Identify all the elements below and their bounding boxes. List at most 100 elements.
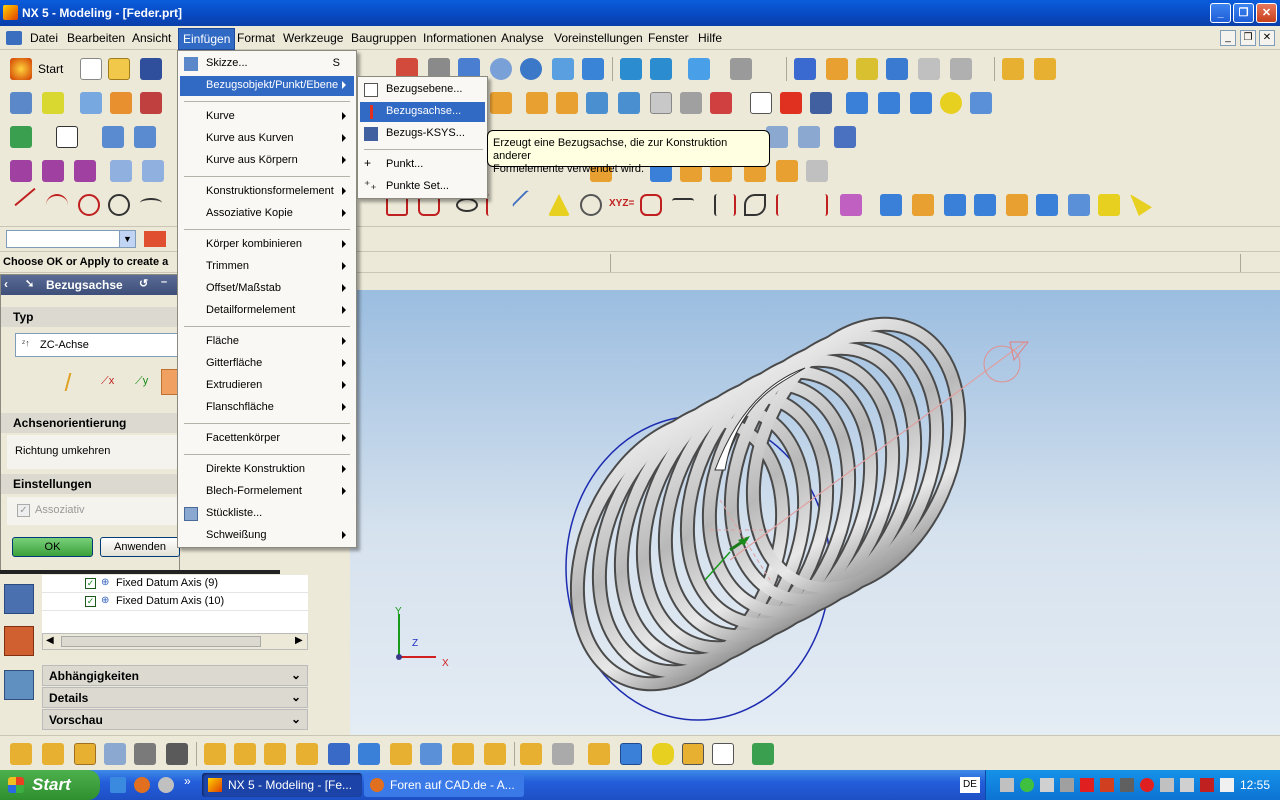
swept-surface-icon[interactable]	[142, 160, 164, 182]
menu-analyse[interactable]: Analyse	[501, 31, 544, 45]
thicken-icon[interactable]	[798, 126, 820, 148]
system-visualization-icon[interactable]	[4, 670, 34, 700]
graphics-viewport[interactable]: Y Z X	[350, 290, 1280, 735]
tray-sound-icon[interactable]	[1160, 778, 1174, 792]
submenu-item-punkt[interactable]: + Punkt...	[360, 155, 485, 175]
tray-x-icon[interactable]	[1080, 778, 1094, 792]
tray-green-icon[interactable]	[1020, 778, 1034, 792]
type-dropdown[interactable]: ᶻ↑ ZC-Achse	[15, 333, 181, 357]
menu-fenster[interactable]: Fenster	[648, 31, 689, 45]
tray-network-icon[interactable]	[1000, 778, 1014, 792]
mdi-restore-button[interactable]: ❐	[1240, 30, 1256, 46]
menu-einfuegen[interactable]: Einfügen	[178, 28, 236, 50]
reposition-icon[interactable]	[134, 743, 156, 765]
quicklaunch-desktop-icon[interactable]	[110, 777, 126, 793]
horizontal-scrollbar[interactable]: ◀ ▶	[42, 633, 308, 650]
quicklaunch-firefox-icon[interactable]	[134, 777, 150, 793]
view-icon[interactable]	[620, 743, 642, 765]
inferred-axis-icon[interactable]	[64, 373, 86, 391]
mate-icon[interactable]	[104, 743, 126, 765]
circle-icon[interactable]	[108, 194, 130, 216]
menu-item-direkte-konstruktion[interactable]: Direkte Konstruktion	[180, 460, 354, 480]
render-style-icon[interactable]	[688, 58, 710, 80]
menu-baugruppen[interactable]: Baugruppen	[351, 31, 416, 45]
roles-icon[interactable]	[4, 626, 34, 656]
menu-item-assoziative-kopie[interactable]: Assoziative Kopie	[180, 204, 354, 224]
mdi-close-button[interactable]: ✕	[1259, 30, 1275, 46]
section-preview[interactable]: Vorschau ⌄	[42, 709, 308, 730]
curve-length-icon[interactable]	[1068, 194, 1090, 216]
check-icon[interactable]	[752, 743, 774, 765]
arrangement-icon[interactable]	[484, 743, 506, 765]
array-icon[interactable]	[204, 743, 226, 765]
trim-curve-icon[interactable]	[974, 194, 996, 216]
menu-bearbeiten[interactable]: Bearbeiten	[67, 31, 125, 45]
bridge-curve-icon[interactable]	[672, 198, 694, 208]
visibility-checkbox[interactable]: ✓	[85, 596, 96, 607]
measure-angle-icon[interactable]	[1034, 58, 1056, 80]
chevron-down-icon[interactable]: ⌄	[291, 712, 301, 726]
save-icon[interactable]	[140, 58, 162, 80]
shell-icon[interactable]	[102, 126, 124, 148]
move-component-icon[interactable]	[358, 743, 380, 765]
hole-icon[interactable]	[586, 92, 608, 114]
language-indicator[interactable]: DE	[960, 777, 980, 793]
menu-voreinstellungen[interactable]: Voreinstellungen	[554, 31, 643, 45]
chevron-down-icon[interactable]: ▼	[119, 231, 135, 247]
menu-informationen[interactable]: Informationen	[423, 31, 496, 45]
submenu-item-bezugsebene[interactable]: Bezugsebene...	[360, 80, 485, 100]
wcs-save-icon[interactable]	[950, 58, 972, 80]
type-filter-dropdown[interactable]	[6, 230, 136, 248]
extrude-icon[interactable]	[80, 92, 102, 114]
menu-item-koerper-kombinieren[interactable]: Körper kombinieren	[180, 235, 354, 255]
rotate-icon[interactable]	[520, 58, 542, 80]
menu-item-extrudieren[interactable]: Extrudieren	[180, 376, 354, 396]
menu-datei[interactable]: Datei	[30, 31, 58, 45]
pan-icon[interactable]	[552, 58, 574, 80]
apply-button[interactable]: Anwenden	[100, 537, 180, 557]
scroll-left-icon[interactable]: ◀	[46, 635, 54, 646]
quicklaunch-more-icon[interactable]: »	[184, 774, 191, 788]
wrap-icon[interactable]	[944, 194, 966, 216]
section-type[interactable]: Typ	[1, 307, 181, 327]
submenu-item-bezugsachse[interactable]: Bezugsachse...	[360, 102, 485, 122]
associative-checkbox[interactable]: ✓	[17, 504, 30, 517]
join-curve-icon[interactable]	[714, 194, 736, 216]
tray-printer-icon[interactable]	[1060, 778, 1074, 792]
close-button[interactable]: ✕	[1256, 3, 1277, 23]
replace-component-icon[interactable]	[296, 743, 318, 765]
quicklaunch-app-icon[interactable]	[158, 777, 174, 793]
tray-alert-icon[interactable]	[1140, 778, 1154, 792]
mirror-assembly-icon[interactable]	[234, 743, 256, 765]
menu-item-skizze[interactable]: Skizze... S	[180, 54, 354, 74]
box-icon[interactable]	[846, 92, 868, 114]
pad-icon[interactable]	[556, 92, 578, 114]
groove-icon[interactable]	[618, 92, 640, 114]
wave-link-icon[interactable]	[264, 743, 286, 765]
menu-item-konstruktionsformelement[interactable]: Konstruktionsformelement	[180, 182, 354, 202]
layer-settings-icon[interactable]	[650, 58, 672, 80]
slot-icon[interactable]	[650, 92, 672, 114]
extract-curve-icon[interactable]	[840, 194, 862, 216]
line-icon[interactable]	[14, 187, 36, 207]
datum-plane-icon[interactable]	[750, 92, 772, 114]
assembly-new-icon[interactable]	[42, 743, 64, 765]
explode-icon[interactable]	[166, 743, 188, 765]
clock[interactable]: 12:55	[1240, 778, 1270, 792]
menu-item-kurve-aus-kurven[interactable]: Kurve aus Kurven	[180, 129, 354, 149]
revolve-icon[interactable]	[110, 92, 132, 114]
info-icon[interactable]	[712, 743, 734, 765]
select-icon[interactable]	[1130, 194, 1152, 216]
cube-icon[interactable]	[526, 92, 548, 114]
spline-icon[interactable]	[78, 194, 100, 216]
hyperbola-icon[interactable]	[511, 189, 543, 221]
section-dependencies[interactable]: Abhängigkeiten ⌄	[42, 665, 308, 686]
ruled-icon[interactable]	[110, 160, 132, 182]
v13-icon[interactable]	[42, 92, 64, 114]
wave-geometry-icon[interactable]	[552, 743, 574, 765]
chevron-down-icon[interactable]: ⌄	[291, 690, 301, 704]
project-curve-icon[interactable]	[744, 194, 766, 216]
ok-button[interactable]: OK	[12, 537, 93, 557]
text-curve-icon[interactable]	[548, 194, 570, 216]
collapse-icon[interactable]: –	[161, 276, 167, 288]
